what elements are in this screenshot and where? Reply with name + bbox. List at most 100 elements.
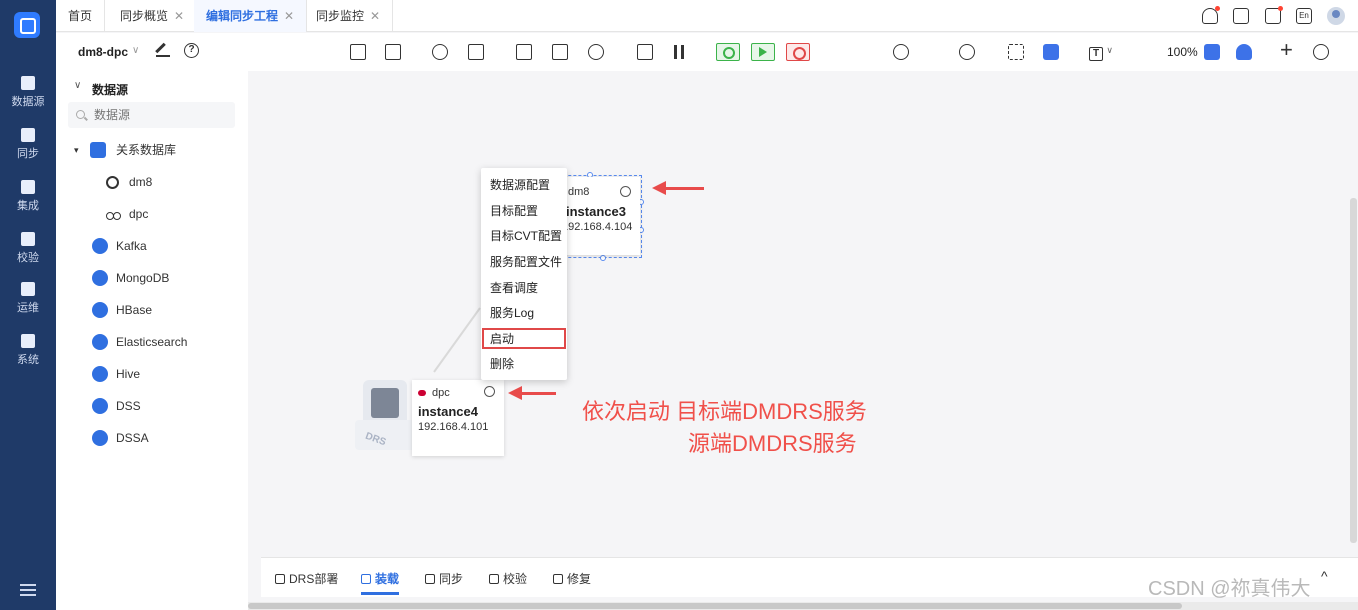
flow-canvas[interactable] <box>248 71 1358 601</box>
datasource-search-input[interactable] <box>68 102 235 128</box>
tab-bar: 首页 同步概览 ✕ 编辑同步工程 ✕ 同步监控 ✕ <box>56 0 1358 32</box>
play-button[interactable] <box>751 43 775 61</box>
rail-item-ops[interactable]: 运维 <box>0 278 56 324</box>
hbase-icon <box>92 302 108 318</box>
dpc-cluster-icon <box>106 206 122 222</box>
canvas-toolbar: T ∨ 100% + <box>248 33 1358 71</box>
edit-icon[interactable] <box>156 43 170 57</box>
rail-item-system[interactable]: 系统 <box>0 330 56 376</box>
tab-sync[interactable]: 同步 <box>425 570 463 587</box>
refresh-icon[interactable] <box>432 44 448 60</box>
highlight-start-item <box>482 328 566 349</box>
zoom-out-icon[interactable] <box>959 44 975 60</box>
annotation-arrow <box>508 386 556 400</box>
check-icon <box>489 574 499 584</box>
start-loop-button[interactable] <box>716 43 740 61</box>
menu-item-datasource-config[interactable]: 数据源配置 <box>490 174 550 196</box>
gear-icon[interactable] <box>620 186 631 197</box>
integration-icon <box>21 180 35 194</box>
tree-caret-icon[interactable]: ▾ <box>74 140 79 160</box>
export-icon[interactable] <box>350 44 366 60</box>
menu-item-target-config[interactable]: 目标配置 <box>490 200 538 222</box>
sync-arrows-icon <box>425 574 435 584</box>
tab-load[interactable]: 装载 <box>361 570 399 587</box>
stop-button[interactable] <box>786 43 810 61</box>
tree-item-dm8[interactable]: dm8 <box>106 172 236 192</box>
annotation-note-line2: 源端DMDRS服务 <box>688 431 857 456</box>
tree-item-dss[interactable]: DSS <box>92 396 242 416</box>
rail-item-verify[interactable]: 校验 <box>0 228 56 274</box>
tree-item-relational-db[interactable]: 关系数据库 <box>90 140 240 160</box>
close-icon[interactable]: ✕ <box>174 9 184 23</box>
collapse-chevron-icon[interactable]: ^ <box>1321 568 1328 584</box>
dpc-icon <box>418 390 426 396</box>
dssa-icon <box>92 430 108 446</box>
select-node-icon[interactable] <box>516 44 532 60</box>
dm8-icon <box>106 176 119 189</box>
layout-icon[interactable] <box>552 44 568 60</box>
avatar[interactable] <box>1327 7 1345 25</box>
tree-item-hive[interactable]: Hive <box>92 364 242 384</box>
node-instance4[interactable]: dpc instance4 192.168.4.101 <box>412 380 504 456</box>
ops-icon <box>21 282 35 296</box>
project-name[interactable]: dm8-dpc <box>78 45 128 59</box>
chevron-down-icon[interactable]: ∨ <box>74 80 81 91</box>
menu-collapse-icon[interactable] <box>20 584 36 596</box>
pause-icon[interactable] <box>671 44 687 60</box>
chevron-down-icon: ∨ <box>1106 45 1113 55</box>
rail-item-datasource[interactable]: 数据源 <box>0 72 56 118</box>
rail-item-integration[interactable]: 集成 <box>0 176 56 222</box>
tree-item-dpc[interactable]: dpc <box>106 204 236 224</box>
wave-icon[interactable] <box>588 44 604 60</box>
tab-verify[interactable]: 校验 <box>489 570 527 587</box>
tree-item-hbase[interactable]: HBase <box>92 300 242 320</box>
menu-item-service-config-file[interactable]: 服务配置文件 <box>490 251 562 273</box>
close-icon[interactable]: ✕ <box>370 9 380 23</box>
tree-item-kafka[interactable]: Kafka <box>92 236 242 256</box>
settings-gear-icon[interactable] <box>1313 44 1329 60</box>
chat-help-icon[interactable] <box>1043 44 1059 60</box>
trash-icon[interactable] <box>468 44 484 60</box>
rail-item-sync[interactable]: 同步 <box>0 124 56 170</box>
bell-icon[interactable] <box>1202 6 1220 24</box>
add-icon[interactable]: + <box>1280 38 1293 62</box>
tab-sync-monitor[interactable]: 同步监控 ✕ <box>304 0 394 32</box>
fullscreen-icon[interactable] <box>1008 44 1024 60</box>
zoom-in-icon[interactable] <box>893 44 909 60</box>
verify-icon <box>21 232 35 246</box>
menu-item-service-log[interactable]: 服务Log <box>490 302 534 324</box>
help-icon[interactable] <box>1233 8 1249 24</box>
help-circle-icon[interactable]: ? <box>184 43 199 58</box>
horizontal-scroll-thumb[interactable] <box>248 603 1182 609</box>
text-icon: T <box>1089 47 1103 61</box>
resize-handle[interactable] <box>600 255 606 261</box>
tree-item-elasticsearch[interactable]: Elasticsearch <box>92 332 242 352</box>
elasticsearch-icon <box>92 334 108 350</box>
tab-home[interactable]: 首页 <box>56 0 106 32</box>
close-icon[interactable]: ✕ <box>284 9 294 23</box>
bell-alert-icon[interactable] <box>1236 44 1252 60</box>
system-icon <box>21 334 35 348</box>
menu-item-target-cvt-config[interactable]: 目标CVT配置 <box>490 225 562 247</box>
load-icon <box>361 574 371 584</box>
tab-repair[interactable]: 修复 <box>553 570 591 587</box>
chevron-down-icon[interactable]: ∨ <box>132 45 139 56</box>
mongodb-icon <box>92 270 108 286</box>
tab-drs-deploy[interactable]: DRS部署 <box>275 570 338 587</box>
menu-item-view-schedule[interactable]: 查看调度 <box>490 277 538 299</box>
tab-sync-overview[interactable]: 同步概览 ✕ <box>108 0 198 32</box>
vertical-scrollbar[interactable] <box>1350 198 1357 543</box>
app-logo[interactable] <box>14 12 40 38</box>
log-icon[interactable] <box>1265 6 1283 24</box>
monitor-chart-icon[interactable] <box>1204 44 1220 60</box>
tab-edit-sync-project[interactable]: 编辑同步工程 ✕ <box>194 0 308 32</box>
copy-icon[interactable] <box>385 44 401 60</box>
gear-icon[interactable] <box>484 386 495 397</box>
text-mode-select[interactable]: T ∨ <box>1089 42 1113 61</box>
lang-icon[interactable]: En <box>1296 8 1312 24</box>
menu-item-delete[interactable]: 删除 <box>490 353 514 375</box>
list-icon[interactable] <box>637 44 653 60</box>
tree-item-dssa[interactable]: DSSA <box>92 428 242 448</box>
dss-icon <box>92 398 108 414</box>
tree-item-mongodb[interactable]: MongoDB <box>92 268 242 288</box>
